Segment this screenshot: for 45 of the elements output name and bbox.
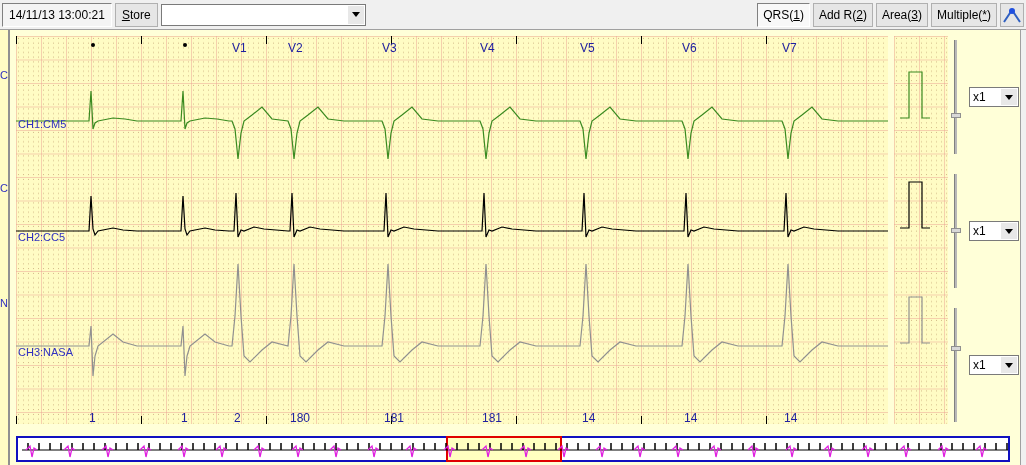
tool-button[interactable]: QRS(1) (757, 2, 810, 27)
timestamp: 14/11/13 13:00:21 (2, 2, 112, 27)
channel-label: CH3:NASA (18, 347, 74, 358)
lead-label: V2 (288, 42, 303, 54)
lead-label: V6 (682, 42, 697, 54)
beat-dot-icon (91, 43, 95, 47)
beat-label: 2 (234, 412, 241, 424)
beat-label: 1 (181, 412, 188, 424)
beat-label: 181 (384, 412, 405, 424)
beat-label: 14 (784, 412, 798, 424)
tool-button[interactable]: Area(3) (875, 2, 928, 27)
record-combobox[interactable] (160, 3, 366, 26)
slider-thumb[interactable] (951, 228, 961, 233)
peak-tool-button[interactable] (1000, 2, 1024, 27)
panel-label: N (0, 298, 8, 309)
calibration-pulse (899, 71, 931, 119)
beat-label: 180 (290, 412, 311, 424)
lead-label: V5 (580, 42, 595, 54)
beat-label: 14 (582, 412, 596, 424)
tool-button[interactable]: Add R(2) (812, 2, 873, 27)
lead-label: V3 (382, 42, 397, 54)
peak-icon (1003, 6, 1021, 23)
gain-slider[interactable] (951, 40, 961, 154)
beat-label: 1 (89, 412, 96, 424)
tool-button[interactable]: Multiple(*) (930, 2, 997, 27)
slider-thumb[interactable] (951, 113, 961, 119)
channel-label: CH2:CC5 (18, 232, 66, 243)
calibration-pulse (899, 181, 931, 229)
beat-dot-icon (183, 43, 187, 47)
lead-label: V4 (480, 42, 495, 54)
gain-slider[interactable] (951, 308, 961, 422)
panel-label: C (0, 70, 8, 81)
panel-label: C (0, 183, 8, 194)
gain-dropdown[interactable]: x1 (969, 87, 1019, 107)
gain-dropdown[interactable]: x1 (969, 355, 1019, 375)
calibration-pulse (899, 296, 931, 344)
channel-label: CH1:CM5 (18, 119, 67, 130)
lead-label: V1 (232, 42, 247, 54)
beat-label: 181 (482, 412, 503, 424)
lead-label: V7 (782, 42, 797, 54)
gain-dropdown[interactable]: x1 (969, 221, 1019, 241)
beat-label: 14 (684, 412, 698, 424)
store-button[interactable]: Store (114, 2, 158, 27)
slider-thumb[interactable] (951, 346, 961, 352)
gain-slider[interactable] (951, 174, 961, 288)
